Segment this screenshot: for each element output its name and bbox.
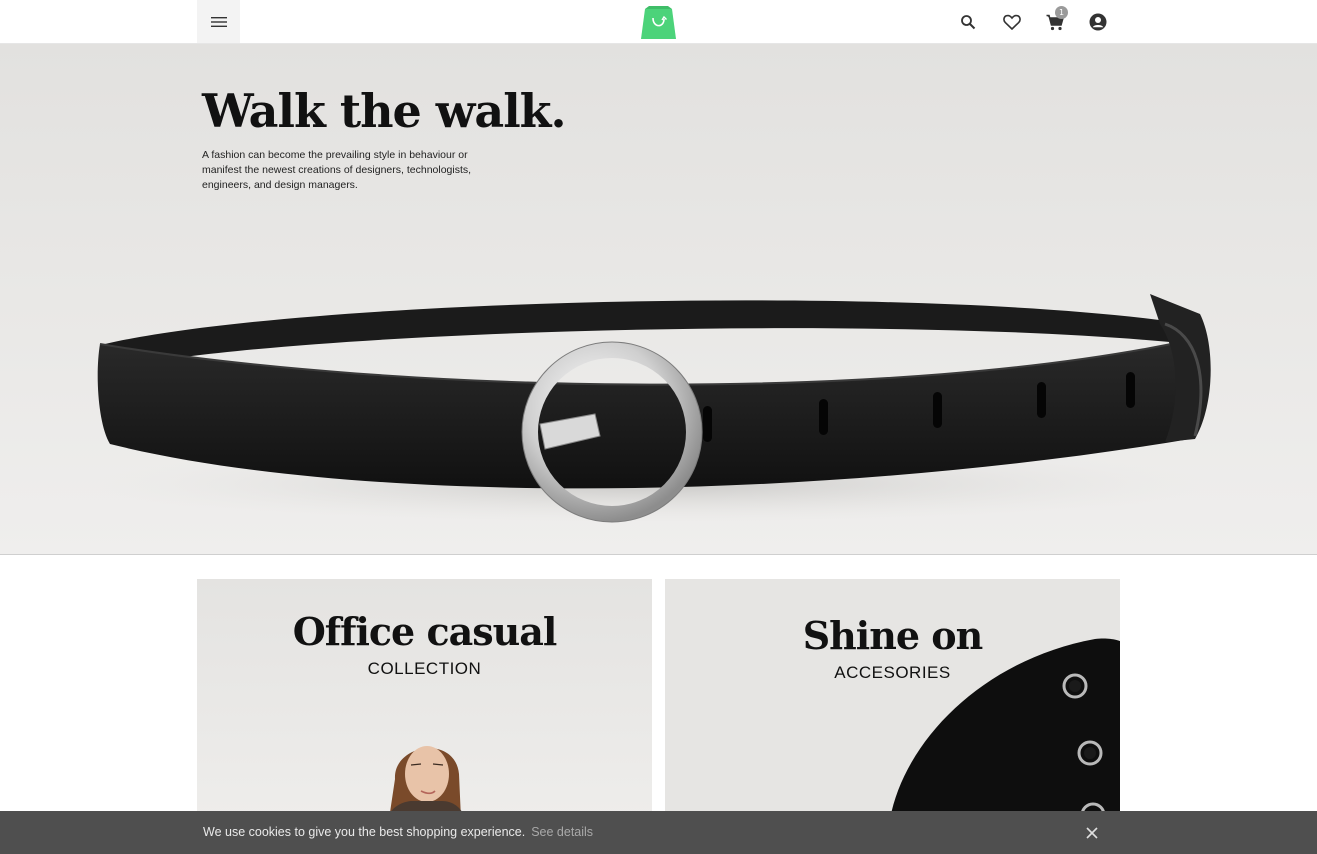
menu-button[interactable] [197,0,240,43]
cookie-banner: We use cookies to give you the best shop… [0,811,1317,854]
hero-description: A fashion can become the prevailing styl… [202,149,472,191]
belt-image [90,294,1211,524]
shopping-bag-logo-icon [641,6,676,39]
search-button[interactable] [956,10,980,34]
hero-title: Walk the walk. [202,84,567,138]
heart-icon [1003,14,1021,30]
office-casual-tile[interactable]: Office casual COLLECTION [197,579,652,819]
account-button[interactable] [1086,10,1110,34]
wishlist-button[interactable] [1000,10,1024,34]
shine-on-tile[interactable]: Shine on ACCESORIES [665,579,1120,819]
logo[interactable] [641,6,676,39]
tile-subtitle: ACCESORIES [834,663,951,682]
search-icon [961,15,976,30]
site-header: 1 [0,0,1317,44]
hero-banner[interactable]: Walk the walk. A fashion can become the … [0,44,1317,555]
close-icon [1086,827,1098,839]
see-details-link[interactable]: See details [531,825,593,839]
cart-button[interactable]: 1 [1043,6,1068,34]
tile-title: Shine on [802,613,984,658]
tile-subtitle: COLLECTION [367,659,482,678]
cookie-message: We use cookies to give you the best shop… [203,825,593,839]
cookie-text: We use cookies to give you the best shop… [203,825,526,839]
hamburger-menu-icon [210,16,227,27]
cart-count-badge: 1 [1055,6,1068,19]
account-circle-icon [1089,13,1107,31]
tile-title: Office casual [292,609,558,654]
cookie-close-button[interactable] [1083,824,1101,842]
